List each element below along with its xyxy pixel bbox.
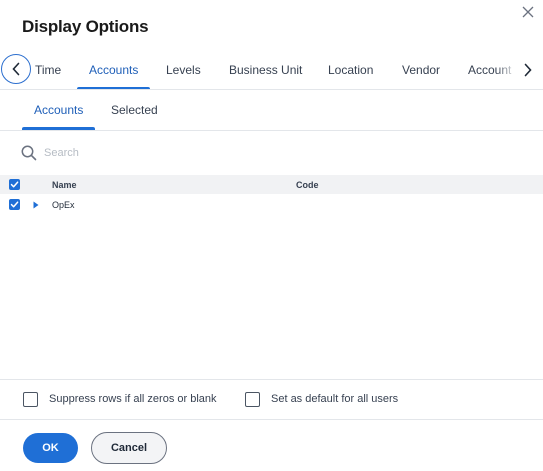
buttons-divider	[0, 419, 543, 420]
tabs-fade	[496, 52, 517, 89]
cancel-button[interactable]: Cancel	[91, 432, 167, 464]
tabs-scroll-left-button[interactable]	[1, 54, 31, 84]
search-icon	[21, 145, 37, 161]
member-subtabs: Accounts Selected	[0, 92, 543, 131]
dialog-title: Display Options	[22, 17, 149, 36]
tab-accounts[interactable]: Accounts	[76, 52, 151, 89]
tab-location[interactable]: Location	[328, 52, 373, 89]
expand-caret-icon[interactable]	[33, 201, 39, 209]
chevron-left-icon	[12, 62, 20, 76]
checkmark-icon	[10, 181, 19, 188]
grid-header: Name Code	[0, 175, 543, 194]
search-row	[0, 140, 543, 166]
dimension-tabs: Time Accounts Levels Business Unit Locat…	[0, 52, 543, 90]
options-divider	[0, 379, 543, 380]
tab-business-unit[interactable]: Business Unit	[229, 52, 302, 89]
search-input[interactable]	[44, 142, 524, 164]
close-icon	[522, 6, 534, 18]
table-row[interactable]: OpEx	[0, 195, 543, 214]
suppress-rows-checkbox[interactable]	[23, 392, 38, 407]
suppress-rows-label[interactable]: Suppress rows if all zeros or blank	[49, 393, 217, 405]
subtab-selected[interactable]: Selected	[111, 92, 158, 130]
set-default-checkbox[interactable]	[245, 392, 260, 407]
checkmark-icon	[10, 201, 19, 208]
select-all-checkbox[interactable]	[9, 179, 20, 190]
tab-levels[interactable]: Levels	[166, 52, 201, 89]
column-header-code[interactable]: Code	[296, 180, 319, 190]
set-default-label[interactable]: Set as default for all users	[271, 393, 398, 405]
column-header-name[interactable]: Name	[52, 180, 77, 190]
close-button[interactable]	[518, 2, 538, 22]
subtab-accounts[interactable]: Accounts	[21, 92, 96, 130]
row-name: OpEx	[52, 200, 75, 210]
tab-time[interactable]: Time	[35, 52, 61, 89]
row-checkbox[interactable]	[9, 199, 20, 210]
ok-button[interactable]: OK	[23, 433, 78, 463]
chevron-right-icon	[524, 63, 532, 77]
tabs-scroll-right-button[interactable]	[517, 56, 539, 84]
tab-vendor[interactable]: Vendor	[402, 52, 440, 89]
